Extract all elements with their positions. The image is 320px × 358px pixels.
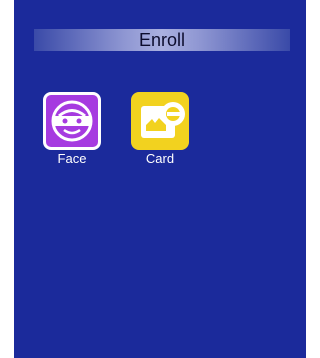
- enroll-card-option[interactable]: Card: [130, 92, 190, 166]
- page-title: Enroll: [138, 30, 186, 50]
- card-icon-graphic: [141, 102, 185, 138]
- card-label: Card: [145, 151, 175, 166]
- card-icon[interactable]: [131, 92, 189, 150]
- face-icon-graphic: [51, 100, 93, 142]
- face-icon[interactable]: [43, 92, 101, 150]
- title-bar: Enroll: [34, 29, 290, 51]
- enroll-face-option[interactable]: Face: [42, 92, 102, 166]
- enroll-screen: Enroll Face Card: [14, 0, 306, 358]
- face-label: Face: [57, 151, 87, 166]
